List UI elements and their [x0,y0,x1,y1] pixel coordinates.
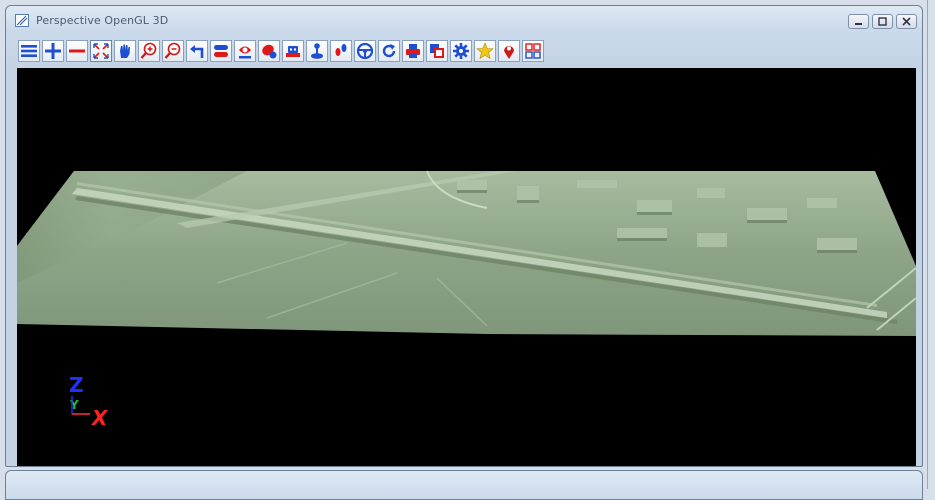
menu-icon [21,45,37,57]
location-button[interactable] [498,40,520,62]
z-axis-label: Z [69,373,84,397]
back-arrow-icon [190,45,204,58]
second-window-titlebar[interactable] [5,470,923,500]
refresh-icon [382,44,396,58]
footprints-button[interactable] [330,40,352,62]
grid-icon [525,43,541,59]
window-title: Perspective OpenGL 3D [36,14,169,27]
grid-button[interactable] [522,40,544,62]
plus-icon [45,43,61,59]
x-axis-label: X [90,406,109,430]
close-button[interactable] [896,14,917,29]
steering-wheel-icon [356,42,374,60]
fit-extent-button[interactable] [90,40,112,62]
terrain-scene: Z Y X [17,170,916,430]
y-axis-label: Y [69,398,79,412]
copy-icon [430,44,444,58]
robot-button[interactable] [282,40,304,62]
joystick-icon [311,43,323,59]
palette-button[interactable] [258,40,280,62]
joystick-button[interactable] [306,40,328,62]
remove-button[interactable] [66,40,88,62]
settings-button[interactable] [450,40,472,62]
restore-button[interactable] [872,14,893,29]
copy-button[interactable] [426,40,448,62]
toolbar [18,40,544,68]
footprints-icon [335,44,347,56]
pan-hand-icon [120,44,130,58]
opengl-3d-viewport[interactable]: Z Y X [17,68,916,466]
eye-view-button[interactable] [234,40,256,62]
perspective-opengl-window: Perspective OpenGL 3D Z Y X [5,5,923,467]
print-button[interactable] [402,40,424,62]
zoom-out-icon [164,42,181,59]
refresh-button[interactable] [378,40,400,62]
zoom-in-button[interactable] [138,40,160,62]
title-bar[interactable]: Perspective OpenGL 3D [6,6,922,36]
minimize-icon [855,23,862,25]
pan-button[interactable] [114,40,136,62]
eye-view-icon [239,46,251,59]
axis-gizmo: Z Y X [69,373,109,430]
star-icon [476,42,494,60]
printer-icon [406,44,420,58]
fit-extent-icon [93,43,109,59]
layers-icon [214,45,228,57]
favorite-button[interactable] [474,40,496,62]
layers-button[interactable] [210,40,232,62]
back-button[interactable] [186,40,208,62]
minus-icon [69,49,85,53]
steering-wheel-button[interactable] [354,40,376,62]
robot-icon [286,46,300,57]
restore-icon [878,17,887,26]
location-pin-icon [504,46,514,59]
desktop-right-edge [927,0,935,489]
minimize-button[interactable] [848,14,869,29]
close-icon [902,17,911,26]
gear-icon [453,43,469,59]
app-icon [15,14,29,27]
add-button[interactable] [42,40,64,62]
menu-button[interactable] [18,40,40,62]
palette-icon [262,44,277,59]
zoom-in-icon [140,42,157,59]
zoom-out-button[interactable] [162,40,184,62]
